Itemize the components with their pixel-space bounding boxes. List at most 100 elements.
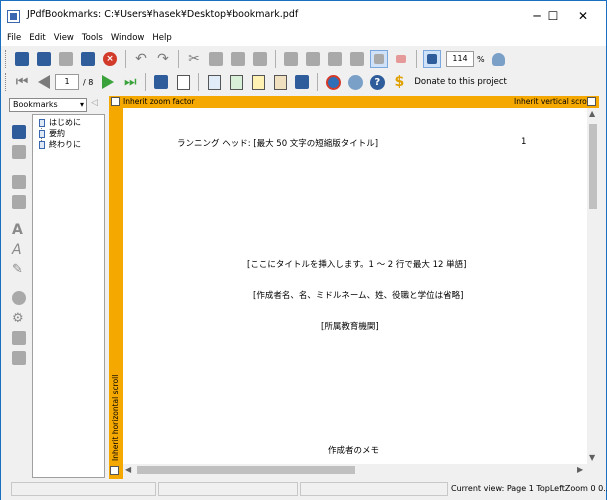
paste-icon bbox=[231, 52, 245, 66]
folder-icon bbox=[59, 52, 73, 66]
settings-button[interactable]: ⚙ bbox=[12, 311, 28, 327]
zoom-tool-button[interactable] bbox=[422, 49, 442, 69]
previous-page-button[interactable] bbox=[34, 72, 54, 92]
close-button[interactable]: ✕ bbox=[560, 1, 606, 31]
bold-button[interactable]: A bbox=[12, 222, 28, 238]
document-icon bbox=[154, 75, 169, 89]
donate-label[interactable]: Donate to this project bbox=[414, 77, 507, 87]
fit-width-button[interactable] bbox=[281, 49, 301, 69]
copy-icon bbox=[209, 52, 223, 66]
menu-tools[interactable]: Tools bbox=[82, 31, 103, 46]
copy-button[interactable] bbox=[206, 49, 226, 69]
bookmark-tool-6-button[interactable] bbox=[270, 72, 290, 92]
toolbar-grip[interactable] bbox=[5, 50, 8, 68]
user-button[interactable] bbox=[489, 49, 509, 69]
extract-button[interactable] bbox=[12, 351, 28, 367]
inherit-zoom-checkbox[interactable] bbox=[111, 97, 120, 106]
title-placeholder: [ここにタイトルを挿入します。1 〜 2 行で最大 12 単語] bbox=[247, 260, 467, 270]
undo-icon: ↶ bbox=[135, 51, 147, 67]
cut-button[interactable]: ✂ bbox=[184, 49, 204, 69]
page-link-icon bbox=[207, 74, 221, 90]
app-window: JPdfBookmarks: C:¥Users¥hasek¥Desktop¥bo… bbox=[0, 0, 607, 500]
inherit-vertical-checkbox[interactable] bbox=[587, 97, 596, 106]
save-button[interactable] bbox=[78, 49, 98, 69]
undo-button[interactable]: ↶ bbox=[131, 49, 151, 69]
bookmark-page-icon bbox=[39, 140, 45, 149]
bookmark-tool-5-button[interactable] bbox=[248, 72, 268, 92]
globe-refresh-icon bbox=[347, 74, 363, 90]
horizontal-scroll-thumb[interactable] bbox=[137, 466, 355, 474]
reload-button[interactable] bbox=[56, 49, 76, 69]
color-button[interactable]: ✎ bbox=[12, 262, 28, 278]
add-child-button[interactable] bbox=[12, 145, 28, 161]
copy-bookmark-button[interactable] bbox=[12, 331, 28, 347]
user-icon bbox=[492, 52, 506, 66]
open-dialog-button[interactable] bbox=[34, 49, 54, 69]
pdf-page[interactable]: ランニング ヘッド: [最大 50 文字の短縮版タイトル] 1 [ここにタイトル… bbox=[123, 108, 587, 464]
collapse-panel-icon[interactable]: ◁ bbox=[91, 98, 98, 108]
fit-rect-button[interactable] bbox=[391, 49, 411, 69]
vertical-scroll-thumb[interactable] bbox=[589, 124, 597, 209]
bookmark-tree[interactable]: はじめに 要約 終わりに bbox=[32, 114, 105, 478]
bookmark-tool-3-button[interactable] bbox=[204, 72, 224, 92]
status-text: Current view: Page 1 TopLeftZoom 0 0... bbox=[451, 484, 607, 493]
author-placeholder: [作成者名、名、ミドルネーム、姓、役職と学位は省略] bbox=[253, 291, 464, 301]
next-page-button[interactable] bbox=[98, 72, 118, 92]
fit-height-button[interactable] bbox=[303, 49, 323, 69]
web-button[interactable] bbox=[323, 72, 343, 92]
delete-bookmark-button[interactable] bbox=[12, 175, 28, 191]
goto-button[interactable] bbox=[12, 291, 28, 307]
extract-icon bbox=[12, 351, 26, 365]
page-number-input[interactable]: 1 bbox=[55, 74, 79, 90]
top-left-zoom-button[interactable] bbox=[369, 49, 389, 69]
toolbar-grip[interactable] bbox=[5, 73, 8, 91]
paste-child-button[interactable] bbox=[250, 49, 270, 69]
zoom-unit: % bbox=[477, 54, 485, 64]
open-button[interactable] bbox=[12, 49, 32, 69]
redo-button[interactable]: ↷ bbox=[153, 49, 173, 69]
dollar-icon: $ bbox=[394, 74, 405, 90]
bookmark-tool-7-button[interactable] bbox=[292, 72, 312, 92]
rename-bookmark-button[interactable] bbox=[12, 195, 28, 211]
scroll-up-icon[interactable]: ▲ bbox=[589, 108, 595, 120]
scroll-left-icon[interactable]: ◀ bbox=[125, 464, 131, 476]
menu-help[interactable]: Help bbox=[152, 31, 171, 46]
bookmark-tool-4-button[interactable] bbox=[226, 72, 246, 92]
panel-selector[interactable]: Bookmarks ▾ bbox=[9, 98, 87, 112]
bookmark-item[interactable]: 終わりに bbox=[39, 139, 81, 150]
bookmark-item[interactable]: はじめに bbox=[39, 117, 81, 128]
redo-icon: ↷ bbox=[157, 51, 169, 67]
next-arrow-icon bbox=[102, 75, 115, 89]
add-bookmark-button[interactable] bbox=[12, 125, 28, 141]
bookmark-page-icon bbox=[39, 118, 45, 127]
scroll-right-icon[interactable]: ▶ bbox=[577, 464, 583, 476]
italic-button[interactable]: A bbox=[12, 242, 28, 258]
scroll-down-icon[interactable]: ▼ bbox=[589, 452, 595, 464]
zoom-input[interactable]: 114 bbox=[446, 51, 474, 67]
quit-button[interactable]: × bbox=[100, 49, 120, 69]
menu-view[interactable]: View bbox=[54, 31, 74, 46]
first-page-button[interactable]: ⏮ bbox=[12, 72, 32, 92]
menu-file[interactable]: File bbox=[7, 31, 21, 46]
donate-button[interactable]: $ bbox=[389, 72, 409, 92]
navigation-toolbar: ⏮ 1 / 8 ⏭ ? $ Donate to this project bbox=[5, 69, 507, 95]
chevron-down-icon: ▾ bbox=[79, 100, 84, 109]
fit-page-icon bbox=[328, 52, 342, 66]
help-button[interactable]: ? bbox=[367, 72, 387, 92]
bookmark-tool-1-button[interactable] bbox=[151, 72, 171, 92]
bookmark-item[interactable]: 要約 bbox=[39, 128, 65, 139]
bookmark-tool-2-button[interactable] bbox=[173, 72, 193, 92]
scissors-icon: ✂ bbox=[188, 51, 200, 67]
fit-page-button[interactable] bbox=[325, 49, 345, 69]
fit-native-button[interactable] bbox=[347, 49, 367, 69]
inherit-horizontal-label: Inherit horizontal scroll bbox=[111, 374, 120, 461]
italic-text-icon: A bbox=[12, 242, 22, 258]
inherit-horizontal-checkbox[interactable] bbox=[110, 466, 119, 475]
author-note: 作成者のメモ bbox=[328, 446, 380, 456]
update-button[interactable] bbox=[345, 72, 365, 92]
menu-window[interactable]: Window bbox=[111, 31, 145, 46]
paste-button[interactable] bbox=[228, 49, 248, 69]
bookmark-label: 終わりに bbox=[49, 140, 81, 149]
last-page-button[interactable]: ⏭ bbox=[120, 72, 140, 92]
menu-edit[interactable]: Edit bbox=[29, 31, 45, 46]
